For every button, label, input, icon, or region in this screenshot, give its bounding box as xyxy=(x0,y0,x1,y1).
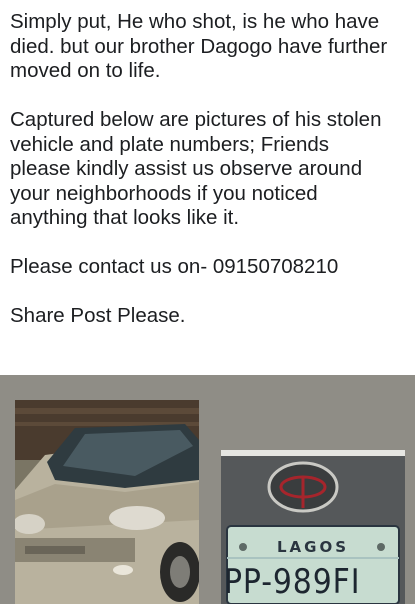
car-illustration xyxy=(15,400,199,604)
plate-state-label: LAGOS xyxy=(276,538,350,556)
plate-number: PP-989FI xyxy=(224,562,361,602)
post-paragraph-intro: Simply put, He who shot, is he who have … xyxy=(10,10,388,82)
car-photo[interactable] xyxy=(15,400,199,604)
post-paragraph-contact: Please contact us on- 09150708210 xyxy=(10,255,339,278)
plate-photo[interactable]: LAGOS PP-989FI xyxy=(221,450,405,604)
post-paragraph-share: Share Post Please. xyxy=(10,304,186,327)
post-media-strip[interactable]: LAGOS PP-989FI xyxy=(0,375,415,604)
post-text: Simply put, He who shot, is he who have … xyxy=(10,10,410,329)
post-paragraph-request: Captured below are pictures of his stole… xyxy=(10,108,382,229)
